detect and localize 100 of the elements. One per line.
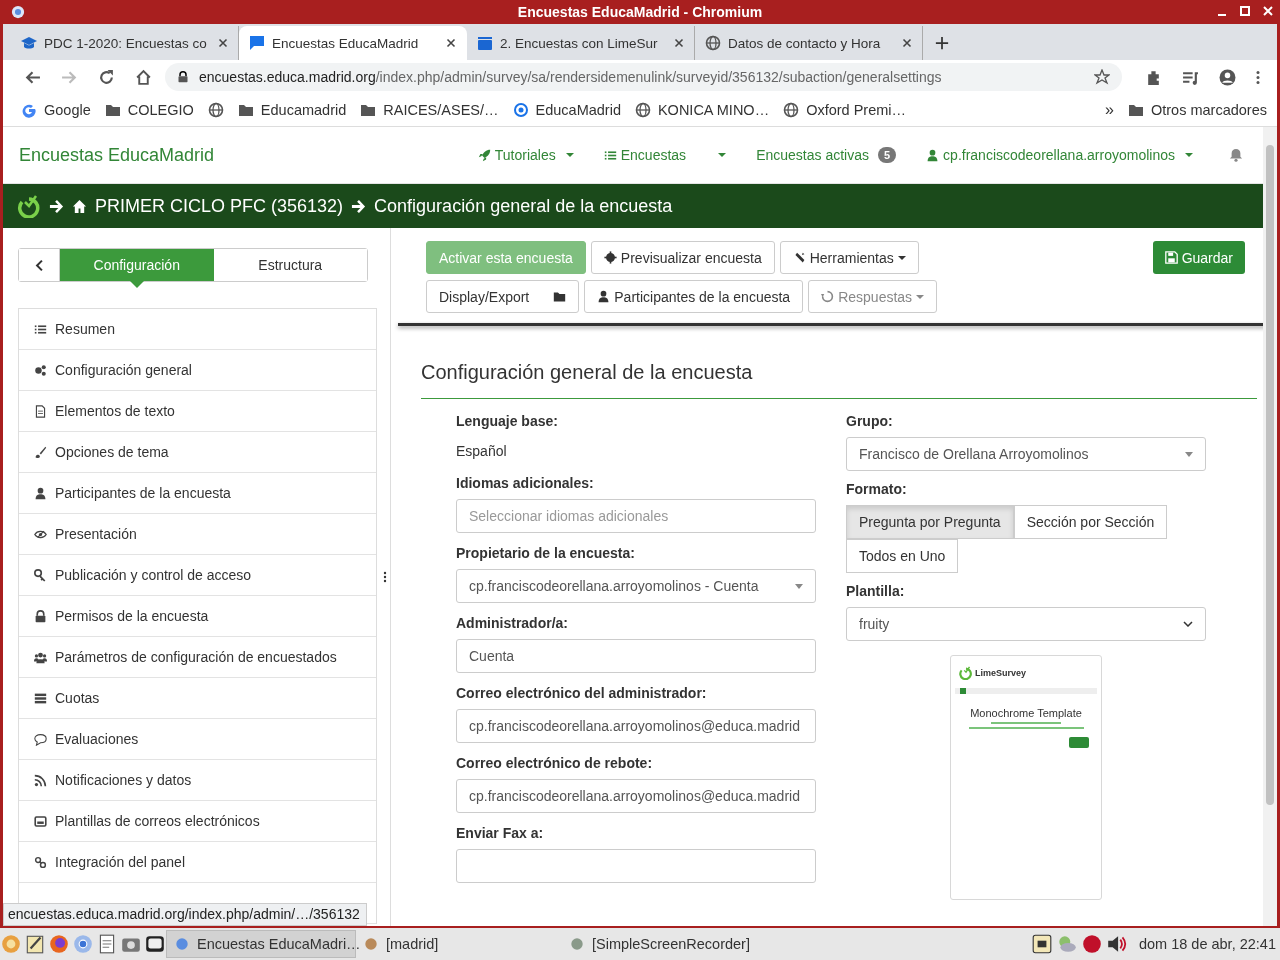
input-field[interactable]: cp.franciscodeorellana.arroyomolinos@educa.madrid xyxy=(456,709,816,743)
lock-icon[interactable] xyxy=(177,71,189,83)
close-icon[interactable] xyxy=(216,36,230,50)
select-field[interactable]: Francisco de Orellana Arroyomolinos xyxy=(846,437,1206,471)
logo-icon[interactable] xyxy=(17,194,41,218)
sidebar-item[interactable]: Integración del panel xyxy=(19,842,376,883)
input-field[interactable] xyxy=(456,849,816,883)
sidebar-item[interactable]: Parámetros de configuración de encuestados xyxy=(19,637,376,678)
gimp-icon xyxy=(364,937,378,951)
toolbar-button[interactable]: Display/Export xyxy=(426,280,580,313)
sidebar-item[interactable]: Presentación xyxy=(19,514,376,555)
notifications-icon[interactable] xyxy=(1229,148,1243,162)
profile-icon[interactable] xyxy=(1219,68,1236,86)
sidebar-item[interactable]: Resumen xyxy=(19,309,376,350)
sidebar-item[interactable]: Plantillas de correos electrónicos xyxy=(19,801,376,842)
toolbar-button[interactable]: Previsualizar encuesta xyxy=(590,241,775,274)
firefox-icon[interactable] xyxy=(48,933,70,955)
folder-icon[interactable] xyxy=(1127,102,1144,118)
bookmark[interactable]: KONICA MINO… xyxy=(657,102,770,118)
globe-icon[interactable] xyxy=(207,102,224,118)
people-icon xyxy=(34,650,47,664)
select-field[interactable]: fruity xyxy=(846,607,1206,641)
format-option[interactable]: Sección por Sección xyxy=(1013,505,1168,539)
record-icon[interactable] xyxy=(1080,933,1103,955)
bookmarks-overflow[interactable]: » xyxy=(1105,101,1114,119)
folder-icon[interactable] xyxy=(237,102,254,118)
tab-pointer-icon xyxy=(129,281,144,288)
folder-icon[interactable] xyxy=(104,102,121,118)
maximize-icon[interactable] xyxy=(1239,5,1251,17)
notepad-icon[interactable] xyxy=(24,933,46,955)
arrow-icon xyxy=(351,198,367,214)
input-field[interactable]: Cuenta xyxy=(456,639,816,673)
nav-link[interactable]: Encuestas xyxy=(620,147,687,163)
bookmark[interactable]: COLEGIO xyxy=(127,102,194,118)
chromium-icon[interactable] xyxy=(72,933,94,955)
ring-icon[interactable] xyxy=(512,102,529,118)
nav-link[interactable]: Tutoriales xyxy=(494,147,556,163)
save-button[interactable]: Guardar xyxy=(1152,241,1245,274)
terminal-icon[interactable] xyxy=(144,933,166,955)
film-icon xyxy=(477,35,493,51)
close-icon[interactable] xyxy=(1262,5,1274,17)
g-icon[interactable] xyxy=(21,102,37,118)
folder-icon[interactable] xyxy=(360,102,377,118)
new-tab-icon[interactable] xyxy=(935,36,949,50)
toolbar-button[interactable]: Participantes de la encuesta xyxy=(584,280,804,313)
bookmark[interactable]: Otros marcadores xyxy=(1150,102,1267,118)
sidebar-item[interactable]: Cuotas xyxy=(19,678,376,719)
graduation-cap-icon xyxy=(21,35,37,51)
sidebar-item[interactable]: Opciones de tema xyxy=(19,432,376,473)
globe-icon[interactable] xyxy=(634,102,651,118)
extensions-icon[interactable] xyxy=(1145,68,1162,86)
sidebar-item[interactable]: Configuración general xyxy=(19,350,376,391)
bookmark[interactable]: Educamadrid xyxy=(260,102,347,118)
home-icon[interactable] xyxy=(135,68,152,86)
caret-icon[interactable] xyxy=(565,153,574,157)
field-label: Formato: xyxy=(846,481,908,497)
taskbar-button[interactable]: [SimpleScreenRecorder] xyxy=(562,930,768,958)
sidebar-item[interactable]: Notificaciones y datos xyxy=(19,760,376,801)
sidebar-item[interactable]: Evaluaciones xyxy=(19,719,376,760)
sidebar-item[interactable]: Permisos de la encuesta xyxy=(19,596,376,637)
bookmark[interactable]: EducaMadrid xyxy=(535,102,621,118)
globe-icon[interactable] xyxy=(783,102,800,118)
toolbar-button[interactable]: Respuestas xyxy=(808,280,938,313)
close-icon[interactable] xyxy=(444,36,458,50)
field-label: Grupo: xyxy=(846,413,894,429)
format-option[interactable]: Pregunta por Pregunta xyxy=(846,505,1014,539)
sidebar-item[interactable]: Participantes de la encuesta xyxy=(19,473,376,514)
sidebar-item[interactable]: Elementos de texto xyxy=(19,391,376,432)
chevron-down-icon xyxy=(1183,621,1193,627)
chromium-icon xyxy=(11,5,25,19)
bookmark[interactable]: Oxford Premi… xyxy=(806,102,907,118)
document-icon xyxy=(34,404,47,418)
sidebar-tab[interactable]: Configuración xyxy=(60,249,214,281)
format-option[interactable]: Todos en Uno xyxy=(846,539,959,573)
clock[interactable]: dom 18 de abr, 22:41 xyxy=(1138,936,1276,952)
breadcrumb-link[interactable]: PRIMER CICLO PFC (356132) xyxy=(95,195,344,217)
network-icon[interactable] xyxy=(1030,933,1053,955)
field-label: Administrador/a: xyxy=(456,615,569,631)
scrollbar-thumb[interactable] xyxy=(1266,145,1274,805)
input-field[interactable]: cp.franciscodeorellana.arroyomolinos@educa.madrid xyxy=(456,779,816,813)
sidebar-item[interactable]: Publicación y control de acceso xyxy=(19,555,376,596)
brand-link[interactable]: Encuestas EducaMadrid xyxy=(19,144,215,166)
bookmark[interactable]: Google xyxy=(44,102,91,118)
resize-handle-icon[interactable] xyxy=(382,571,387,583)
toolbar-button[interactable]: Herramientas xyxy=(779,241,919,274)
nav-link[interactable]: cp.franciscodeorellana.arroyomolinos xyxy=(943,147,1175,163)
save-icon xyxy=(1164,251,1178,264)
caret-icon[interactable] xyxy=(1185,153,1193,157)
menu-icon[interactable] xyxy=(1256,68,1260,86)
browser-tab[interactable]: Encuestas EducaMadrid xyxy=(239,26,467,60)
rss-icon xyxy=(34,773,47,787)
select-field[interactable]: cp.franciscodeorellana.arroyomolinos - Cuenta xyxy=(456,569,816,603)
caret-icon[interactable] xyxy=(718,153,727,157)
reload-icon[interactable] xyxy=(98,68,115,86)
nav-link[interactable]: Encuestas activas xyxy=(756,147,869,163)
close-icon[interactable] xyxy=(672,36,686,50)
list-icon xyxy=(603,148,617,162)
bookmark-star-icon[interactable] xyxy=(1094,69,1110,85)
close-icon[interactable] xyxy=(900,36,914,50)
bookmark[interactable]: RAICES/ASES/… xyxy=(383,102,499,118)
